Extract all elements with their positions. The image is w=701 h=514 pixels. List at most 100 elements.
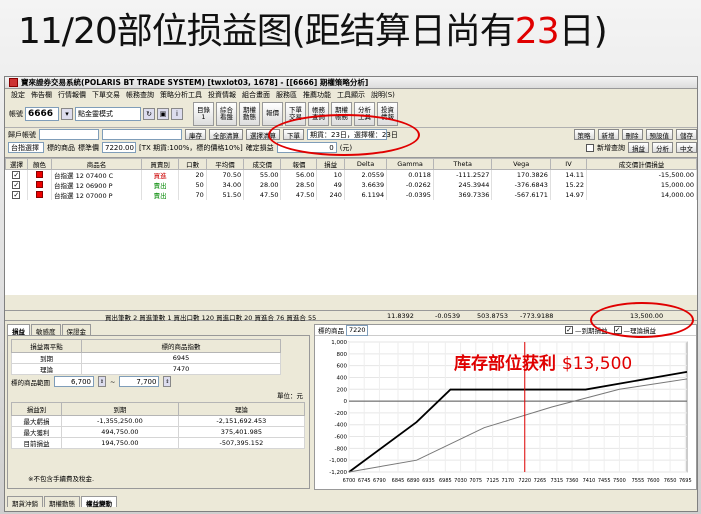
y-tick-label: 800	[337, 352, 348, 358]
tab-options-dynamics[interactable]: 期權動態	[44, 496, 80, 508]
menu-item[interactable]: 工具顯示	[337, 90, 365, 100]
toolbar-button[interactable]: 投資 情報	[377, 101, 398, 126]
toolbar-button[interactable]: 分析 工具	[354, 101, 375, 126]
row-checkbox[interactable]: ✓	[12, 171, 21, 179]
refresh-icon[interactable]: ↻	[143, 107, 155, 120]
print-icon[interactable]: ▣	[157, 107, 169, 120]
menu-item[interactable]: 行情報價	[58, 90, 86, 100]
menu-item[interactable]: 帳務查詢	[126, 90, 154, 100]
column-header[interactable]: 顏色	[27, 158, 52, 170]
column-header[interactable]: 報價	[280, 158, 318, 170]
gamma: 0.0118	[386, 169, 434, 180]
table-row[interactable]: ✓ 台指選 12 07000 P 賣出 70 51.50 47.50 47.50…	[5, 190, 697, 200]
analysis-button[interactable]: 分析	[652, 142, 673, 153]
strategy-button[interactable]: 策略	[573, 129, 595, 140]
qty: 20	[178, 169, 207, 180]
underlying-select[interactable]: 台指選擇	[8, 142, 44, 153]
tab-margin[interactable]: 保證金	[61, 324, 91, 336]
column-header[interactable]: 買賣別	[140, 158, 180, 170]
column-header[interactable]: Theta	[432, 158, 493, 170]
dropdown-icon[interactable]: ▾	[61, 107, 73, 120]
tab-pnl[interactable]: 損益	[7, 324, 30, 336]
info-icon[interactable]: i	[171, 107, 183, 120]
menu-item[interactable]: 投資情報	[208, 90, 236, 100]
strategy-mode-select[interactable]: 點金靈模式	[75, 106, 141, 121]
inventory-button[interactable]: 庫存	[185, 129, 206, 140]
column-header[interactable]: Delta	[343, 158, 388, 170]
iv: 14.97	[550, 190, 588, 200]
series-color-swatch[interactable]	[36, 190, 43, 198]
range-to-input[interactable]: 7,700	[119, 376, 160, 387]
tab-sensitivity[interactable]: 敏感度	[31, 324, 61, 336]
y-tick-label: 0	[344, 399, 348, 405]
toolbar-button[interactable]: 綜合 看盤	[216, 101, 237, 126]
column-header[interactable]: 平均價	[205, 158, 245, 170]
menu-item[interactable]: 推薦功能	[303, 90, 331, 100]
new-query-checkbox[interactable]	[586, 143, 594, 152]
table-row[interactable]: ✓ 台指選 12 07400 C 買進 20 70.50 55.00 56.00…	[5, 169, 697, 180]
qty: 50	[178, 180, 207, 190]
tab-equity-change[interactable]: 權益變動	[81, 496, 117, 508]
menu-item[interactable]: 說明(S)	[371, 90, 395, 100]
row-checkbox[interactable]: ✓	[12, 191, 21, 199]
toolbar-button[interactable]: 帳務 查詢	[308, 101, 329, 126]
column-header[interactable]: Gamma	[386, 158, 434, 170]
column-header[interactable]: 選擇	[5, 158, 28, 170]
clear-all-button[interactable]: 全部清算	[209, 129, 243, 140]
series-color-swatch[interactable]	[36, 170, 43, 178]
column-header[interactable]: 成交價	[243, 158, 282, 170]
account-name-input[interactable]	[102, 129, 182, 140]
menu-item[interactable]: 策略分析工具	[160, 90, 202, 100]
toolbar-button[interactable]: 期權 帳務	[331, 101, 352, 126]
clear-selected-button[interactable]: 選擇清算	[246, 129, 280, 140]
account-group-input[interactable]	[39, 129, 99, 140]
x-tick-label: 6700	[343, 478, 356, 484]
legend-expiry-checkbox[interactable]: ✓	[565, 326, 573, 334]
quote: 56.00	[280, 169, 318, 180]
menu-item[interactable]: 下單交易	[92, 90, 120, 100]
series-color-swatch[interactable]	[36, 180, 43, 188]
price-input[interactable]: 7220.00	[102, 142, 136, 153]
legend-theory-label: —理論損益	[623, 327, 657, 335]
spinner-icon[interactable]: ⇕	[98, 376, 106, 387]
row-checkbox[interactable]: ✓	[12, 181, 21, 189]
column-header[interactable]: 商品名	[51, 158, 142, 170]
delete-button[interactable]: 刪除	[621, 129, 643, 140]
x-tick-label: 7075	[469, 478, 482, 484]
menu-item[interactable]: 設定	[11, 90, 25, 100]
fill-price: 28.00	[243, 180, 282, 190]
fee-input[interactable]: 0	[276, 142, 337, 153]
toolbar-button[interactable]: 目錄 1	[193, 101, 214, 126]
legend-theory-checkbox[interactable]: ✓	[613, 326, 622, 334]
menu-item[interactable]: 組合畫面	[242, 90, 270, 100]
default-button[interactable]: 預設值	[645, 129, 673, 140]
column-header[interactable]: 口數	[178, 158, 207, 170]
table-row: 理論 7470	[11, 363, 281, 375]
x-tick-label: 7315	[551, 478, 564, 484]
toolbar-button[interactable]: 下單 交易	[285, 101, 306, 126]
x-tick-label: 6985	[439, 478, 452, 484]
add-button[interactable]: 新增	[597, 129, 619, 140]
column-header[interactable]: 成交價計價損益	[586, 158, 697, 170]
column-header[interactable]: 損益	[316, 158, 345, 170]
tab-futures-offset[interactable]: 期貨沖銷	[7, 496, 43, 508]
account-field[interactable]: 6666	[25, 106, 59, 121]
table-row[interactable]: ✓ 台指選 12 06900 P 賣出 50 34.00 28.00 28.50…	[5, 180, 697, 190]
spinner-icon[interactable]: ⇕	[163, 376, 172, 387]
y-tick-label: 400	[337, 375, 348, 381]
menu-item[interactable]: 服務區	[276, 90, 297, 100]
iv: 14.11	[550, 169, 588, 180]
language-button[interactable]: 中文	[676, 142, 697, 153]
column-header: 損益兩平點	[11, 339, 82, 353]
pnl-button[interactable]: 損益	[628, 142, 649, 153]
window-titlebar: 寶來證券交易系統(POLARIS BT TRADE SYSTEM) [twxlo…	[5, 77, 697, 89]
toolbar-button[interactable]: 期權 動態	[239, 101, 260, 126]
column-header[interactable]: IV	[549, 158, 588, 170]
range-from-input[interactable]: 6,700	[54, 376, 94, 387]
order-button[interactable]: 下單	[283, 129, 304, 140]
save-button[interactable]: 儲存	[676, 129, 697, 140]
toolbar-button[interactable]: 報價	[262, 101, 283, 126]
menu-item[interactable]: 佈告欄	[31, 90, 52, 100]
column-header[interactable]: Vega	[491, 158, 551, 170]
price-label: 標準價	[78, 143, 99, 152]
